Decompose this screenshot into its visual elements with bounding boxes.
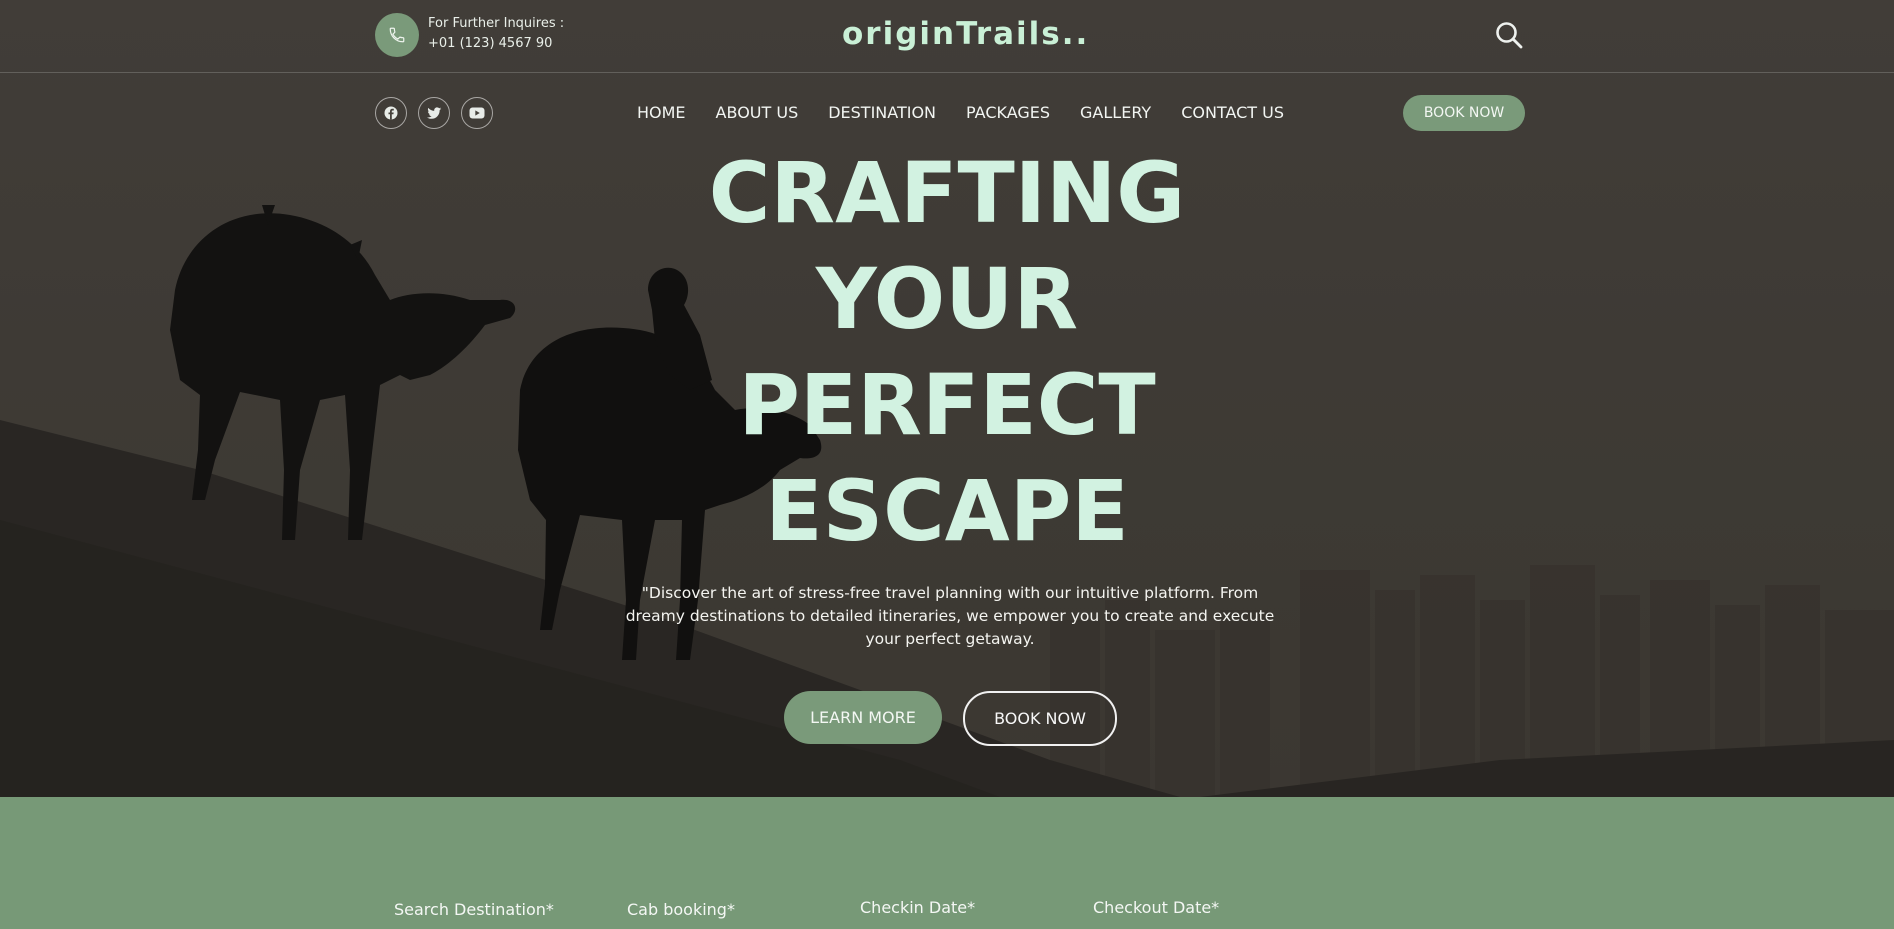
nav-home[interactable]: HOME (637, 103, 686, 122)
search-destination-label: Search Destination* (394, 900, 554, 919)
hero-description: "Discover the art of stress-free travel … (625, 584, 1275, 648)
inquiry-phone[interactable]: +01 (123) 4567 90 (428, 36, 552, 51)
hero-section: For Further Inquires : +01 (123) 4567 90… (0, 0, 1894, 797)
headline-line-2: YOUR (815, 250, 1079, 348)
main-nav: HOME ABOUT US DESTINATION PACKAGES GALLE… (637, 103, 1284, 122)
search-icon (1496, 22, 1523, 49)
phone-icon (389, 27, 405, 43)
nav-about-us[interactable]: ABOUT US (716, 103, 799, 122)
youtube-icon (469, 107, 485, 119)
checkout-date-label: Checkout Date* (1093, 898, 1220, 917)
header-book-now-button[interactable]: BOOK NOW (1403, 95, 1525, 131)
site-logo[interactable]: originTrails.. (842, 16, 1089, 52)
inquiry-label: For Further Inquires : (428, 16, 565, 31)
hero-book-now-button[interactable]: BOOK NOW (963, 691, 1117, 746)
learn-more-button[interactable]: LEARN MORE (784, 691, 942, 744)
headline-line-4: ESCAPE (765, 462, 1129, 560)
checkin-date-label: Checkin Date* (860, 898, 976, 917)
facebook-link[interactable] (375, 97, 407, 129)
booking-form: Search Destination* Cab booking* Checkin… (0, 797, 1894, 929)
twitter-link[interactable] (418, 97, 450, 129)
nav-gallery[interactable]: GALLERY (1080, 103, 1151, 122)
headline-line-3: PERFECT (738, 356, 1156, 454)
cab-booking-label: Cab booking* (627, 900, 735, 919)
youtube-link[interactable] (461, 97, 493, 129)
headline-line-1: CRAFTING (708, 144, 1186, 242)
nav-packages[interactable]: PACKAGES (966, 103, 1050, 122)
topbar-divider (0, 72, 1894, 73)
facebook-icon (384, 106, 398, 120)
nav-destination[interactable]: DESTINATION (828, 103, 936, 122)
phone-button[interactable] (375, 13, 419, 57)
nav-contact-us[interactable]: CONTACT US (1181, 103, 1284, 122)
search-button[interactable] (1494, 20, 1524, 50)
twitter-icon (426, 106, 441, 119)
hero-headline: CRAFTING YOUR PERFECT ESCAPE (547, 140, 1347, 564)
